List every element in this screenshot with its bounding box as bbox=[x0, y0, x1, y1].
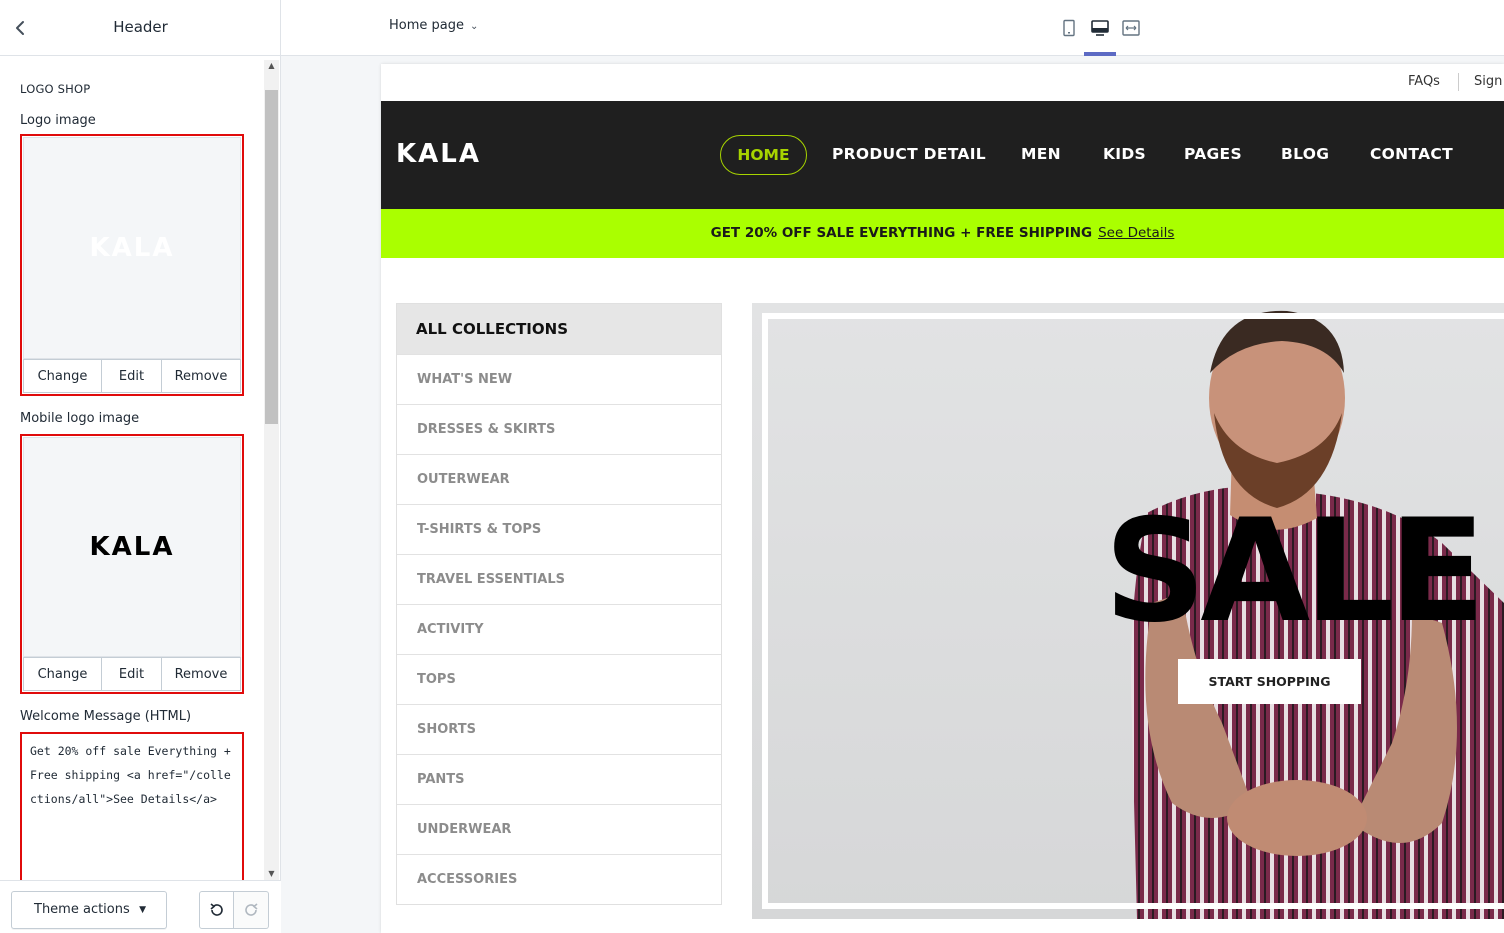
section-title: LOGO SHOP bbox=[20, 82, 91, 96]
mobile-logo-image-preview[interactable]: KALA bbox=[23, 437, 241, 657]
start-shopping-button[interactable]: START SHOPPING bbox=[1178, 659, 1361, 704]
back-arrow-icon[interactable] bbox=[10, 17, 32, 39]
theme-actions-button[interactable]: Theme actions ▼ bbox=[11, 891, 167, 929]
promo-text: GET 20% OFF SALE EVERYTHING + FREE SHIPP… bbox=[710, 225, 1093, 241]
logo-image-label: Logo image bbox=[20, 113, 96, 128]
nav-item-blog[interactable]: BLOG bbox=[1281, 145, 1329, 163]
nav-item-contact[interactable]: CONTACT bbox=[1370, 145, 1453, 163]
welcome-message-textarea[interactable]: Get 20% off sale Everything + Free shipp… bbox=[20, 732, 244, 880]
sidebar-header: Header bbox=[0, 0, 281, 56]
collection-item[interactable]: TRAVEL ESSENTIALS bbox=[397, 554, 721, 604]
collections-title: ALL COLLECTIONS bbox=[397, 304, 721, 354]
collection-item[interactable]: SHORTS bbox=[397, 704, 721, 754]
divider bbox=[1458, 73, 1459, 91]
collection-item[interactable]: DRESSES & SKIRTS bbox=[397, 404, 721, 454]
desktop-icon[interactable] bbox=[1085, 14, 1115, 42]
collection-item[interactable]: OUTERWEAR bbox=[397, 454, 721, 504]
mobile-logo-edit-button[interactable]: Edit bbox=[102, 658, 162, 690]
mobile-logo-image-label: Mobile logo image bbox=[20, 411, 140, 426]
fullwidth-icon[interactable] bbox=[1116, 14, 1146, 42]
nav-item-kids[interactable]: KIDS bbox=[1103, 145, 1146, 163]
editor-topbar: Home page ⌄ bbox=[281, 0, 1504, 56]
mobile-logo-image-picker: KALA Change Edit Remove bbox=[20, 434, 244, 694]
sign-in-link[interactable]: Sign bbox=[1474, 74, 1502, 89]
welcome-message-label: Welcome Message (HTML) bbox=[20, 709, 192, 724]
chevron-down-icon: ⌄ bbox=[470, 21, 479, 32]
theme-actions-label: Theme actions bbox=[34, 902, 130, 917]
logo-remove-button[interactable]: Remove bbox=[162, 360, 240, 392]
nav-item-pages[interactable]: PAGES bbox=[1184, 145, 1242, 163]
preview-top-strip: FAQs Sign bbox=[381, 64, 1504, 101]
sidebar-title: Header bbox=[113, 18, 168, 36]
collection-item[interactable]: TOPS bbox=[397, 654, 721, 704]
caret-down-icon: ▼ bbox=[139, 905, 146, 915]
store-main-nav: KALA HOME PRODUCT DETAIL MEN KIDS PAGES … bbox=[381, 101, 1504, 209]
active-device-indicator bbox=[1084, 52, 1116, 56]
collection-item[interactable]: WHAT'S NEW bbox=[397, 354, 721, 404]
redo-button[interactable] bbox=[234, 891, 269, 929]
redo-icon bbox=[245, 903, 258, 916]
hero-headline: SALE bbox=[1104, 489, 1486, 654]
collection-item[interactable]: UNDERWEAR bbox=[397, 804, 721, 854]
page-select-dropdown[interactable]: Home page ⌄ bbox=[389, 18, 478, 33]
mobile-logo-image-actions: Change Edit Remove bbox=[23, 657, 241, 691]
page-select-label: Home page bbox=[389, 18, 464, 33]
collection-item[interactable]: T-SHIRTS & TOPS bbox=[397, 504, 721, 554]
mobile-logo-image-text: KALA bbox=[89, 532, 175, 562]
logo-image-preview[interactable]: KALA bbox=[23, 137, 241, 359]
storefront-preview: FAQs Sign KALA HOME PRODUCT DETAIL MEN K… bbox=[381, 64, 1504, 933]
logo-image-picker: KALA Change Edit Remove bbox=[20, 134, 244, 396]
logo-image-text: KALA bbox=[89, 233, 175, 263]
hero-banner[interactable]: SALE START SHOPPING bbox=[752, 303, 1504, 919]
sidebar-scrollbar[interactable]: ▲ ▼ bbox=[264, 60, 279, 880]
mobile-icon[interactable] bbox=[1054, 14, 1084, 42]
scrollbar-thumb[interactable] bbox=[265, 90, 278, 424]
logo-change-button[interactable]: Change bbox=[24, 360, 102, 392]
nav-item-men[interactable]: MEN bbox=[1021, 145, 1061, 163]
collection-item[interactable]: ACTIVITY bbox=[397, 604, 721, 654]
mobile-logo-remove-button[interactable]: Remove bbox=[162, 658, 240, 690]
undo-button[interactable] bbox=[199, 891, 234, 929]
scroll-up-arrow-icon[interactable]: ▲ bbox=[264, 60, 279, 72]
undo-icon bbox=[209, 903, 223, 916]
nav-item-product-detail[interactable]: PRODUCT DETAIL bbox=[832, 145, 986, 163]
promo-see-details-link[interactable]: See Details bbox=[1098, 225, 1174, 241]
logo-edit-button[interactable]: Edit bbox=[102, 360, 162, 392]
scroll-down-arrow-icon[interactable]: ▼ bbox=[264, 868, 279, 880]
collections-menu: ALL COLLECTIONS WHAT'S NEW DRESSES & SKI… bbox=[396, 303, 722, 905]
collection-item[interactable]: PANTS bbox=[397, 754, 721, 804]
mobile-logo-change-button[interactable]: Change bbox=[24, 658, 102, 690]
sidebar-footer: Theme actions ▼ bbox=[0, 880, 281, 933]
nav-item-home[interactable]: HOME bbox=[720, 135, 807, 175]
sidebar-settings-panel: LOGO SHOP Logo image KALA Change Edit Re… bbox=[0, 60, 281, 880]
store-logo[interactable]: KALA bbox=[396, 139, 481, 169]
theme-editor-sidebar: Header LOGO SHOP Logo image KALA Change … bbox=[0, 0, 281, 933]
logo-image-actions: Change Edit Remove bbox=[23, 359, 241, 393]
collection-item[interactable]: ACCESSORIES bbox=[397, 854, 721, 904]
faqs-link[interactable]: FAQs bbox=[1408, 74, 1440, 89]
promo-bar: GET 20% OFF SALE EVERYTHING + FREE SHIPP… bbox=[381, 209, 1504, 258]
